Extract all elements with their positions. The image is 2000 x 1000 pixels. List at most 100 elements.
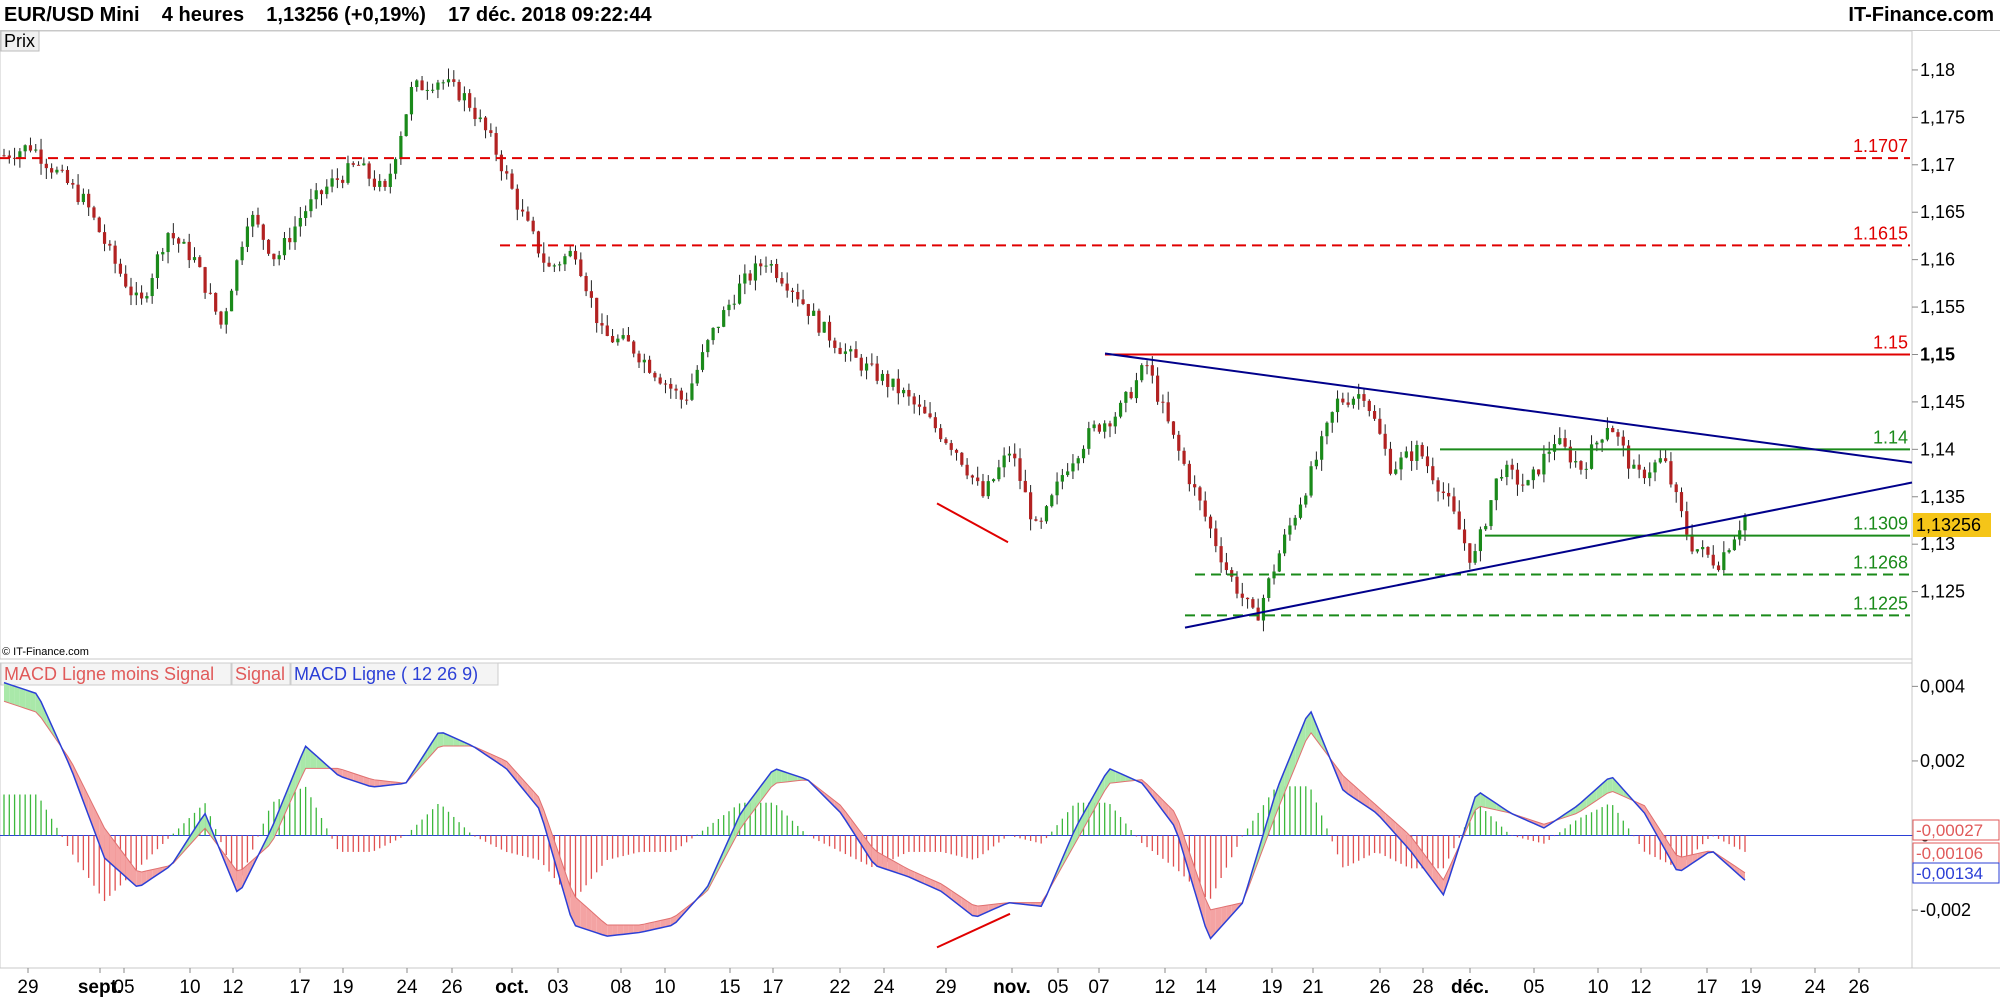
candle-down [1685, 511, 1689, 535]
candle-down [1193, 484, 1197, 488]
price-y-tick-label: 1,135 [1920, 487, 1965, 507]
x-tick-label: 29 [17, 977, 38, 998]
macd-signal-fill [617, 924, 624, 935]
candle-down [113, 245, 117, 264]
candle-down [542, 253, 546, 263]
x-tick-label: 21 [1302, 977, 1323, 998]
x-tick-label: 28 [1412, 977, 1433, 998]
candle-down [896, 378, 900, 394]
x-tick-label: 24 [396, 977, 418, 998]
macd-signal-fill [612, 924, 618, 936]
candle-down [108, 243, 112, 246]
candle-up [1304, 495, 1308, 505]
candle-up [1531, 469, 1535, 481]
candle-up [902, 389, 906, 394]
x-tick-label: 07 [1088, 977, 1109, 998]
macd-signal-fill [19, 687, 26, 709]
candle-down [1420, 444, 1424, 457]
candle-down [1013, 453, 1017, 459]
candle-up [309, 199, 313, 212]
x-tick-label: 10 [179, 977, 200, 998]
candle-down [1690, 534, 1694, 552]
candle-down [610, 335, 615, 343]
candle-down [50, 168, 54, 173]
candle-up [727, 304, 731, 311]
candle-down [1362, 394, 1366, 401]
macd-y-tick-label: 0,004 [1920, 676, 1965, 696]
candle-up [1394, 469, 1398, 474]
candle-down [65, 169, 70, 183]
candle-down [383, 180, 387, 187]
price-y-tick-label: 1,18 [1920, 60, 1955, 80]
candle-down [1431, 466, 1435, 481]
x-tick-label: 17 [1696, 977, 1717, 998]
x-tick-label: 19 [1261, 977, 1282, 998]
candle-down [1642, 469, 1647, 479]
macd-y-axis: 0,0040,0020-0,002 [1912, 676, 1971, 920]
candle-down [785, 283, 789, 291]
candle-up [1298, 504, 1303, 518]
candle-down [1637, 464, 1641, 470]
candle-down [1251, 599, 1255, 608]
candle-down [579, 259, 583, 277]
candle-down [1510, 464, 1514, 470]
chart-canvas[interactable]: Prix © IT-Finance.com MACD Ligne moins S… [0, 0, 2000, 1000]
candle-up [743, 273, 747, 284]
candle-up [55, 169, 59, 173]
candle-up [1526, 480, 1530, 486]
candle-down [457, 81, 461, 101]
candle-up [251, 214, 255, 227]
candle-down [1198, 487, 1202, 501]
candle-up [161, 252, 165, 255]
candle-down [907, 389, 911, 397]
macd-legend-line: MACD Ligne ( 12 26 9) [294, 664, 478, 684]
candle-up [1605, 427, 1610, 440]
candle-up [1648, 472, 1652, 479]
macd-panel-frame [0, 662, 1913, 969]
prix-label: Prix [4, 31, 35, 51]
candle-down [875, 363, 879, 381]
candle-down [177, 238, 181, 244]
level-label: 1.15 [1873, 332, 1908, 352]
candle-down [468, 93, 472, 108]
candle-up [134, 292, 138, 296]
candle-down [669, 383, 673, 389]
macd-hist-tag: -0,00027 [1916, 821, 1983, 840]
candle-down [1177, 434, 1181, 451]
x-tick-label: 12 [1154, 977, 1175, 998]
candle-down [261, 224, 265, 240]
x-tick-label: 03 [547, 977, 568, 998]
candle-up [563, 256, 567, 265]
candle-down [515, 188, 519, 210]
candle-down [1457, 511, 1461, 530]
candle-up [1140, 365, 1144, 381]
candle-down [1224, 562, 1229, 571]
candle-down [833, 340, 837, 348]
macd-signal-fill [1607, 777, 1613, 794]
candle-down [1669, 461, 1673, 485]
candle-up [277, 255, 281, 260]
candle-down [288, 238, 292, 243]
x-tick-label: 12 [1630, 977, 1651, 998]
candle-down [1425, 456, 1430, 467]
candle-up [1478, 529, 1483, 552]
candle-down [272, 253, 276, 260]
macd-signal-fill [972, 904, 978, 917]
candle-up [986, 481, 990, 497]
candle-down [1388, 448, 1393, 474]
candle-up [325, 186, 329, 195]
candle-down [1436, 480, 1440, 492]
candle-down [1245, 597, 1250, 600]
candle-down [256, 214, 260, 225]
candle-up [1309, 466, 1313, 496]
candle-down [685, 399, 689, 401]
x-tick-label: nov. [993, 977, 1031, 998]
candle-down [1161, 401, 1165, 403]
x-tick-label: 26 [1848, 977, 1869, 998]
macd-signal-fill [4, 682, 10, 704]
candle-down [1108, 423, 1112, 427]
price-y-tick-label: 1,165 [1920, 202, 1965, 222]
candle-up [81, 193, 85, 203]
candle-down [187, 241, 191, 261]
x-tick-label: 12 [222, 977, 243, 998]
